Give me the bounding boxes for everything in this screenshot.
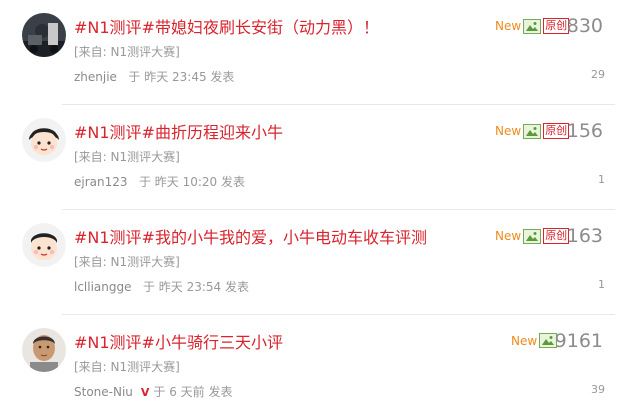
cartoon-avatar-icon[interactable]: [22, 118, 66, 162]
post-badges: New 原创: [495, 228, 570, 244]
face-photo-avatar-icon[interactable]: [22, 328, 66, 372]
author-link[interactable]: lclliangge: [74, 280, 132, 294]
author-link[interactable]: ejran123: [74, 175, 128, 189]
author-link[interactable]: Stone-Niu: [74, 385, 133, 399]
post-source: [来自: N1测评大赛]: [74, 150, 180, 164]
view-count: 830: [566, 15, 603, 37]
post-time: 于 昨天 10:20 发表: [138, 175, 245, 189]
post-badges: New 原创: [495, 18, 570, 34]
reply-count: 29: [591, 68, 605, 81]
post-title-link[interactable]: #N1测评#小牛骑行三天小评: [74, 329, 283, 353]
post-meta: lclliangge 于 昨天 23:54 发表: [74, 278, 249, 295]
post-meta: ejran123 于 昨天 10:20 发表: [74, 173, 245, 190]
picture-icon: [523, 123, 542, 139]
post-item: #N1测评#我的小牛我的爱，小牛电动车收车评测 [来自: N1测评大赛] lcl…: [0, 210, 639, 314]
post-meta: zhenjie 于 昨天 23:45 发表: [74, 68, 234, 85]
post-item: #N1测评#曲折历程迎来小牛 [来自: N1测评大赛] ejran123 于 昨…: [0, 105, 639, 209]
view-count: 163: [566, 225, 603, 247]
author-link[interactable]: zhenjie: [74, 70, 117, 84]
reply-count: 1: [598, 278, 605, 291]
post-meta: Stone-Niu V 于 6 天前 发表: [74, 383, 233, 400]
view-count: 9161: [554, 330, 603, 352]
post-source: [来自: N1测评大赛]: [74, 360, 180, 374]
reply-count: 1: [598, 173, 605, 186]
post-time: 于 昨天 23:54 发表: [142, 280, 249, 294]
post-time: 于 6 天前 发表: [153, 385, 233, 399]
post-list: #N1测评#带媳妇夜刷长安街（动力黑）！ [来自: N1测评大赛] zhenji…: [0, 0, 639, 416]
reply-count: 39: [591, 383, 605, 396]
post-item: #N1测评#小牛骑行三天小评 [来自: N1测评大赛] Stone-Niu V 于 …: [0, 315, 639, 419]
new-badge: New: [495, 19, 522, 33]
post-source: [来自: N1测评大赛]: [74, 45, 180, 59]
new-badge: New: [511, 333, 538, 348]
original-badge: 原创: [543, 18, 570, 34]
picture-icon: [523, 228, 542, 244]
vip-badge: V: [140, 386, 150, 399]
post-item: #N1测评#带媳妇夜刷长安街（动力黑）！ [来自: N1测评大赛] zhenji…: [0, 0, 639, 104]
original-badge: 原创: [543, 123, 570, 139]
post-badges: New: [511, 333, 558, 348]
post-source: [来自: N1测评大赛]: [74, 255, 180, 269]
post-title-link[interactable]: #N1测评#带媳妇夜刷长安街（动力黑）！: [74, 14, 379, 38]
cartoon-avatar-icon[interactable]: [22, 223, 66, 267]
post-title-link[interactable]: #N1测评#曲折历程迎来小牛: [74, 119, 283, 143]
original-badge: 原创: [543, 228, 570, 244]
post-time: 于 昨天 23:45 发表: [128, 70, 235, 84]
new-badge: New: [495, 229, 522, 243]
post-title-link[interactable]: #N1测评#我的小牛我的爱，小牛电动车收车评测: [74, 224, 427, 248]
new-badge: New: [495, 124, 522, 138]
picture-icon: [523, 18, 542, 34]
view-count: 156: [566, 120, 603, 142]
post-badges: New 原创: [495, 123, 570, 139]
photo-avatar-icon[interactable]: [22, 13, 66, 57]
